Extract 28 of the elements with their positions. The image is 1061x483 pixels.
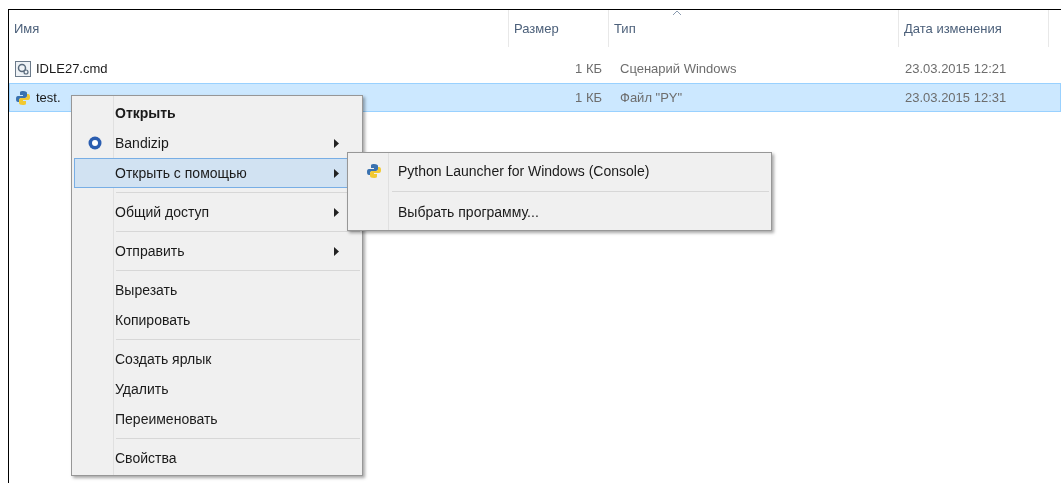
column-header[interactable]: Имя xyxy=(14,18,40,39)
menu-item[interactable]: Вырезать xyxy=(74,275,360,305)
python-icon xyxy=(15,89,31,106)
file-name: test. xyxy=(36,88,61,107)
column-header[interactable]: Размер xyxy=(514,18,559,39)
file-name: IDLE27.cmd xyxy=(36,59,108,78)
submenu-arrow-icon xyxy=(334,246,339,256)
file-size: 1 КБ xyxy=(575,89,602,105)
menu-item[interactable]: Отправить xyxy=(74,236,360,266)
menu-item[interactable]: Переименовать xyxy=(74,404,360,434)
column-header[interactable]: Дата изменения xyxy=(904,18,1002,39)
menu-item[interactable]: Копировать xyxy=(74,305,360,335)
file-type: Сценарий Windows xyxy=(620,60,737,76)
file-date: 23.03.2015 12:31 xyxy=(905,89,1007,105)
python-icon xyxy=(366,163,382,179)
file-size: 1 КБ xyxy=(575,60,602,76)
file-type: Файл "PY" xyxy=(620,89,683,105)
menu-item[interactable]: Свойства xyxy=(74,443,360,473)
submenu-arrow-icon xyxy=(334,138,339,148)
menu-item[interactable]: Удалить xyxy=(74,374,360,404)
menu-item[interactable]: Bandizip xyxy=(74,128,360,158)
submenu-arrow-icon xyxy=(334,207,339,217)
file-date: 23.03.2015 12:21 xyxy=(905,60,1007,76)
column-header[interactable]: Тип xyxy=(614,18,636,39)
menu-item[interactable]: Создать ярлык xyxy=(74,344,360,374)
submenu-arrow-icon xyxy=(334,168,339,178)
gear-file-icon xyxy=(15,60,31,77)
file-row[interactable]: IDLE27.cmd 1 КБ Сценарий Windows 23.03.2015 12:21 xyxy=(9,54,1061,83)
